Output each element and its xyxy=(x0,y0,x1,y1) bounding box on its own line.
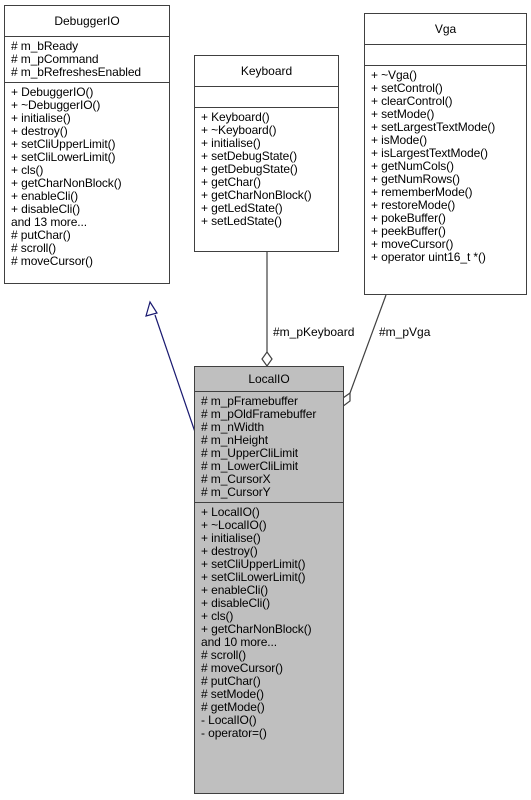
class-name: DebuggerIO xyxy=(5,6,169,37)
class-name: LocalIO xyxy=(195,367,343,392)
attributes-section xyxy=(195,87,338,108)
methods-section: + ~Vga() + setControl() + clearControl() + … xyxy=(365,66,526,267)
attribute-item: # m_CursorY xyxy=(201,485,271,499)
inheritance-edge xyxy=(154,314,196,433)
attributes-section: # m_bReady # m_pCommand # m_bRefreshesEnab… xyxy=(5,37,169,83)
methods-section: + DebuggerIO() + ~DebuggerIO() + initialis… xyxy=(5,83,169,271)
attribute-item: # m_bRefreshesEnabled xyxy=(11,65,141,79)
vga-aggregation-edge xyxy=(349,294,387,394)
class-keyboard[interactable]: Keyboard + Keyboard() + ~Keyboard() + init… xyxy=(194,55,339,252)
class-localio[interactable]: LocalIO # m_pFramebuffer # m_pOldFramebuf… xyxy=(194,366,344,794)
class-name: Keyboard xyxy=(195,56,338,87)
keyboard-aggregation-diamond-icon xyxy=(261,350,273,368)
method-item: - operator=() xyxy=(201,726,267,740)
methods-section: + LocalIO() + ~LocalIO() + initialise() + d… xyxy=(195,503,343,743)
methods-section: + Keyboard() + ~Keyboard() + initialise() +… xyxy=(195,108,338,231)
vga-relation-label: #m_pVga xyxy=(379,325,431,339)
class-name: Vga xyxy=(365,14,526,45)
method-item: # moveCursor() xyxy=(11,254,93,268)
attributes-section: # m_pFramebuffer # m_pOldFramebuffer # m_n… xyxy=(195,392,343,503)
method-item: + setLedState() xyxy=(201,214,282,228)
class-vga[interactable]: Vga + ~Vga() + setControl() + clearControl… xyxy=(364,13,527,295)
method-item: + operator uint16_t *() xyxy=(371,250,486,264)
attributes-section xyxy=(365,45,526,66)
inheritance-arrowhead-icon xyxy=(145,300,158,317)
keyboard-relation-label: #m_pKeyboard xyxy=(273,325,355,339)
class-debuggerio[interactable]: DebuggerIO # m_bReady # m_pCommand # m_bRe… xyxy=(4,5,170,284)
